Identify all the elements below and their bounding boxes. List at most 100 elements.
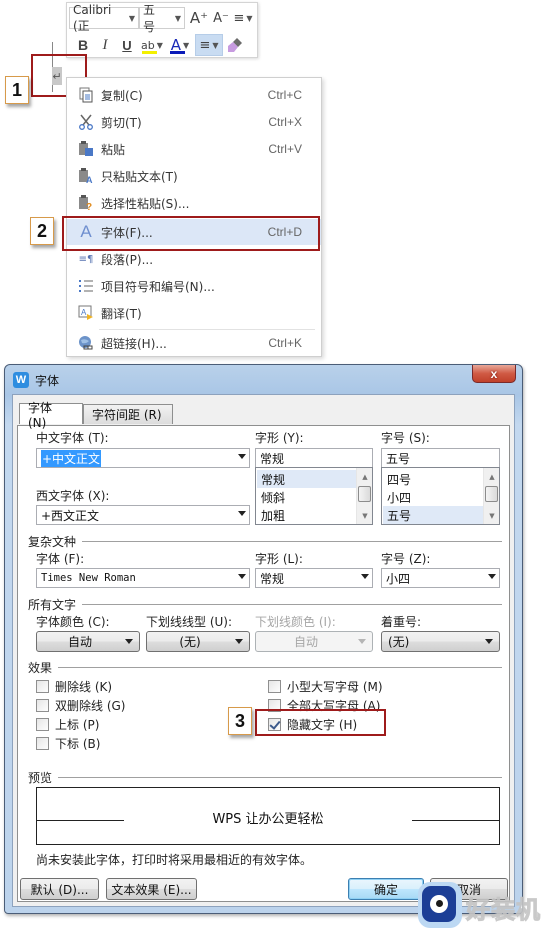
style-option-bold[interactable]: 加粗 xyxy=(257,506,357,524)
underline-color-label: 下划线颜色 (I): xyxy=(255,615,336,629)
size-option-selected[interactable]: 五号 xyxy=(383,506,484,524)
mini-toolbar: Calibri (正 ▼ 五号 ▼ A⁺ A⁻ ≡ ▼ B I U ab ▼ A… xyxy=(66,2,258,58)
highlight-button[interactable]: ab ▼ xyxy=(139,34,165,56)
style-value: 常规 xyxy=(260,451,285,466)
default-button[interactable]: 默认 (D)... xyxy=(20,878,99,900)
style-option-italic[interactable]: 倾斜 xyxy=(257,488,357,506)
complex-font-combo[interactable]: Times New Roman xyxy=(36,568,250,588)
menu-item-paste-text-only[interactable]: A 只粘贴文本(T) xyxy=(67,163,321,189)
tab-label: 字符间距 (R) xyxy=(92,408,162,422)
style-input[interactable]: 常规 xyxy=(255,448,373,468)
chevron-down-icon: ▼ xyxy=(183,40,190,50)
style-label: 字形 (Y): xyxy=(255,431,304,445)
callout-number-3: 3 xyxy=(228,707,252,735)
complex-style-combo[interactable]: 常规 xyxy=(255,568,373,588)
watermark-logo-face xyxy=(422,886,456,922)
bold-icon: B xyxy=(77,37,89,53)
preview-sample-text: WPS 让办公更轻松 xyxy=(212,812,324,827)
checkbox-label: 下标 (B) xyxy=(55,736,101,751)
chevron-down-icon xyxy=(238,511,246,516)
wps-app-icon: W xyxy=(13,372,29,388)
text-effects-button[interactable]: 文本效果 (E)... xyxy=(106,878,197,900)
grow-font-button[interactable]: A⁺ xyxy=(189,7,209,29)
menu-item-hyperlink[interactable]: 超链接(H)... Ctrl+K xyxy=(67,330,321,356)
double-strikethrough-checkbox[interactable]: 双删除线 (G) xyxy=(36,697,125,713)
menu-item-bullets-numbering[interactable]: 项目符号和编号(N)... xyxy=(67,273,321,299)
callout-frame-2 xyxy=(62,216,320,251)
complex-style-value: 常规 xyxy=(260,571,285,586)
checkbox-box[interactable] xyxy=(268,679,281,693)
menu-item-paste[interactable]: 粘贴 Ctrl+V xyxy=(67,136,321,162)
align-button[interactable]: ≡ ▼ xyxy=(195,34,223,56)
checkbox-box[interactable] xyxy=(36,679,49,693)
ok-button[interactable]: 确定 xyxy=(348,878,424,900)
checkbox-box[interactable] xyxy=(36,717,49,731)
font-name-combo[interactable]: Calibri (正 ▼ xyxy=(69,3,139,33)
italic-button[interactable]: I xyxy=(95,34,115,56)
menu-item-label: 选择性粘贴(S)... xyxy=(101,196,190,211)
callout-frame-3 xyxy=(255,709,386,736)
checkbox-label: 上标 (P) xyxy=(55,717,100,732)
emphasis-mark-value: (无) xyxy=(388,635,410,649)
superscript-checkbox[interactable]: 上标 (P) xyxy=(36,716,99,732)
underline-style-dropdown[interactable]: (无) xyxy=(146,631,250,652)
scroll-down-icon[interactable]: ▼ xyxy=(357,509,373,523)
menu-item-paste-special[interactable]: ? 选择性粘贴(S)... xyxy=(67,190,321,216)
format-painter-button[interactable] xyxy=(225,34,245,56)
highlight-color-bar xyxy=(142,51,157,54)
shrink-font-icon: A⁻ xyxy=(213,10,229,26)
chinese-font-combo[interactable]: +中文正文 xyxy=(36,448,250,468)
size-option[interactable]: 四号 xyxy=(383,470,484,488)
chevron-down-icon: ▼ xyxy=(156,40,163,50)
font-color-dropdown[interactable]: 自动 xyxy=(36,631,140,652)
size-listbox[interactable]: 四号 小四 五号 ▲ ▼ xyxy=(381,467,500,525)
tab-character-spacing[interactable]: 字符间距 (R) xyxy=(83,404,173,424)
small-caps-checkbox[interactable]: 小型大写字母 (M) xyxy=(268,678,383,694)
watermark-logo-icon xyxy=(418,882,462,928)
dialog-titlebar[interactable]: W 字体 x xyxy=(5,365,522,393)
menu-item-shortcut: Ctrl+V xyxy=(268,142,302,156)
underline-button[interactable]: U xyxy=(117,34,137,56)
menu-item-shortcut: Ctrl+C xyxy=(267,88,302,102)
menu-item-cut[interactable]: 剪切(T) Ctrl+X xyxy=(67,109,321,135)
size-input[interactable]: 五号 xyxy=(381,448,500,468)
scroll-up-icon[interactable]: ▲ xyxy=(357,470,373,484)
menu-item-translate[interactable]: A 翻译(T) xyxy=(67,300,321,326)
style-option-regular[interactable]: 常规 xyxy=(257,470,357,488)
style-listbox[interactable]: 常规 倾斜 加粗 ▲ ▼ xyxy=(255,467,373,525)
svg-text:A: A xyxy=(81,308,87,317)
scrollbar-thumb[interactable] xyxy=(485,486,498,502)
style-scrollbar[interactable]: ▲ ▼ xyxy=(356,468,372,524)
checkbox-box[interactable] xyxy=(36,736,49,750)
chevron-down-icon xyxy=(238,574,246,579)
strikethrough-checkbox[interactable]: 删除线 (K) xyxy=(36,678,112,694)
line-spacing-button[interactable]: ≡ ▼ xyxy=(233,7,253,29)
western-font-combo[interactable]: +西文正文 xyxy=(36,505,250,525)
scroll-up-icon[interactable]: ▲ xyxy=(484,470,500,484)
chevron-down-icon: ▼ xyxy=(174,13,181,23)
highlight-icon: ab xyxy=(141,38,155,52)
shrink-font-button[interactable]: A⁻ xyxy=(211,7,231,29)
scroll-down-icon[interactable]: ▼ xyxy=(484,509,500,523)
chevron-down-icon: ▼ xyxy=(212,40,219,50)
group-divider xyxy=(82,541,502,542)
close-button[interactable]: x xyxy=(472,365,516,383)
font-size-value: 五号 xyxy=(143,3,156,34)
menu-item-copy[interactable]: 复制(C) Ctrl+C xyxy=(67,82,321,108)
tab-font[interactable]: 字体 (N) xyxy=(19,401,83,430)
complex-size-combo[interactable]: 小四 xyxy=(381,568,500,588)
font-color-button[interactable]: A ▼ xyxy=(167,34,193,56)
size-option[interactable]: 小四 xyxy=(383,488,484,506)
font-dialog: W 字体 x 字体 (N) 字符间距 (R) 中文字体 (T): +中文正文 西… xyxy=(4,364,523,914)
font-size-combo[interactable]: 五号 ▼ xyxy=(139,3,185,34)
scrollbar-thumb[interactable] xyxy=(358,486,371,502)
checkbox-box[interactable] xyxy=(36,698,49,712)
size-scrollbar[interactable]: ▲ ▼ xyxy=(483,468,499,524)
complex-style-label: 字形 (L): xyxy=(255,552,303,566)
menu-item-shortcut: Ctrl+K xyxy=(268,336,302,350)
chevron-down-icon xyxy=(235,639,243,644)
emphasis-mark-dropdown[interactable]: (无) xyxy=(381,631,500,652)
bold-button[interactable]: B xyxy=(73,34,93,56)
menu-item-label: 复制(C) xyxy=(101,88,143,103)
subscript-checkbox[interactable]: 下标 (B) xyxy=(36,735,100,751)
